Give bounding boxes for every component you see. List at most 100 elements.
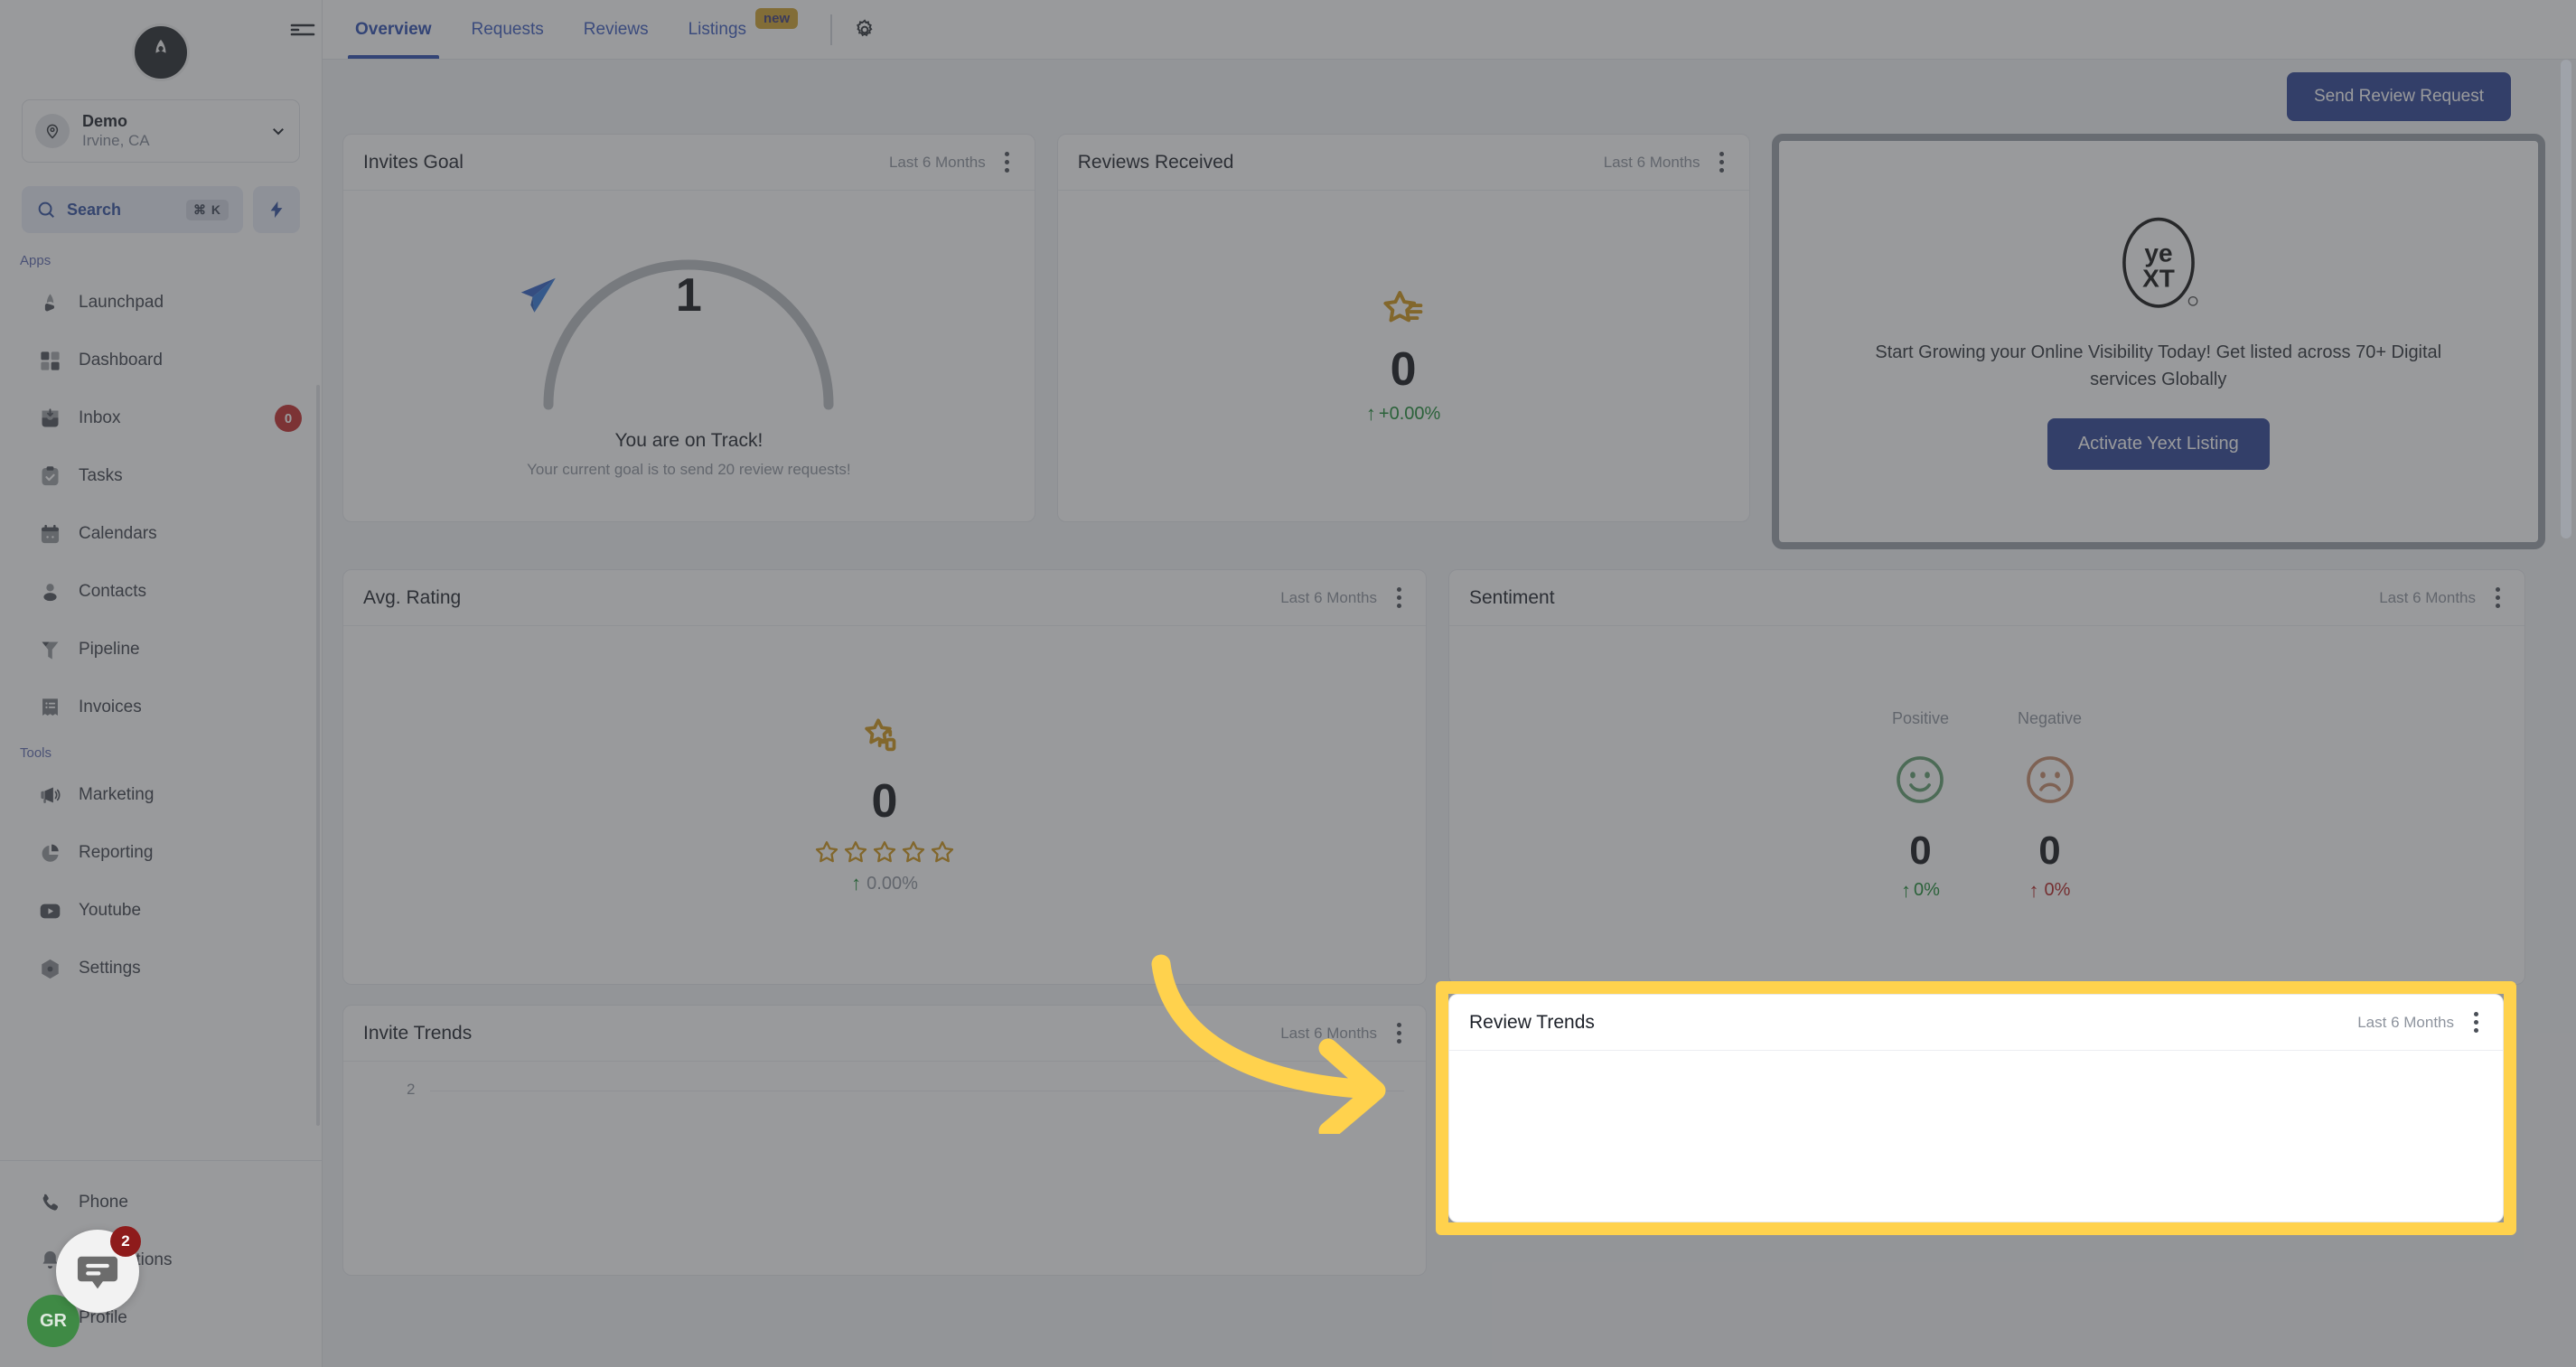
- megaphone-icon: [41, 787, 61, 803]
- card-title: Invites Goal: [363, 151, 464, 173]
- card-period: Last 6 Months: [2379, 588, 2476, 606]
- sidebar-item-label: Phone: [79, 1193, 128, 1212]
- card-period: Last 6 Months: [1280, 588, 1377, 606]
- chevron-down-icon[interactable]: [270, 123, 286, 139]
- review-trends-card[interactable]: Review Trends Last 6 Months: [1448, 994, 2504, 1222]
- tab-reviews[interactable]: Reviews: [564, 0, 669, 59]
- card-period: Last 6 Months: [888, 153, 986, 171]
- sidebar-nav: Apps Launchpad Dashboard Inbox 0 Tasks C…: [0, 233, 322, 1160]
- search-shortcut: ⌘ K: [186, 199, 229, 220]
- tab-listings[interactable]: Listings new: [669, 0, 819, 59]
- location-sub: Irvine, CA: [82, 132, 150, 150]
- sidebar-item-invoices[interactable]: Invoices: [0, 679, 322, 736]
- search-input[interactable]: Search ⌘ K: [22, 186, 243, 233]
- star-rating-icon: [865, 718, 896, 752]
- kebab-menu-icon[interactable]: [1386, 587, 1406, 608]
- reviews-received-card: Reviews Received Last 6 Months 0 ↑ +0.00…: [1056, 134, 1750, 522]
- sidebar-item-settings[interactable]: Settings: [0, 940, 322, 997]
- sidebar-item-contacts[interactable]: Contacts: [0, 563, 322, 621]
- listings-new-badge: new: [755, 8, 799, 29]
- sidebar-item-youtube[interactable]: Youtube: [0, 882, 322, 940]
- page-scrollbar[interactable]: [2561, 60, 2571, 538]
- hamburger-glyph: [290, 23, 315, 36]
- card-period: Last 6 Months: [1280, 1024, 1377, 1042]
- rocket-logo-icon[interactable]: [132, 23, 190, 81]
- sentiment-card: Sentiment Last 6 Months Positive 0 ↑ 0% …: [1448, 569, 2525, 985]
- paper-plane-icon: [521, 277, 557, 313]
- card-header: Review Trends Last 6 Months: [1449, 995, 2503, 1051]
- hamburger-menu-icon[interactable]: [276, 0, 330, 60]
- widget-row-2: Avg. Rating Last 6 Months 0 ↑ 0.00% Sent…: [342, 569, 2545, 985]
- tab-overview[interactable]: Overview: [335, 0, 452, 59]
- card-header: Invites Goal Last 6 Months: [343, 135, 1035, 191]
- sidebar-item-notifications[interactable]: Notifications: [0, 1231, 322, 1289]
- card-body: [1449, 1051, 2503, 1222]
- sidebar-item-calendars[interactable]: Calendars: [0, 505, 322, 563]
- kebab-menu-icon[interactable]: [1386, 1023, 1406, 1044]
- kebab-menu-icon[interactable]: [995, 152, 1015, 173]
- sentiment-delta: ↑ 0%: [1901, 880, 1940, 901]
- invite-trends-card: Invite Trends Last 6 Months 2: [342, 1005, 1427, 1276]
- sidebar-item-marketing[interactable]: Marketing: [0, 766, 322, 824]
- tab-requests[interactable]: Requests: [452, 0, 564, 59]
- sidebar-item-label: Contacts: [79, 582, 146, 601]
- location-selector[interactable]: Demo Irvine, CA: [22, 99, 300, 163]
- settings-gear-button[interactable]: [845, 0, 885, 59]
- reviews-received-delta: ↑ +0.00%: [1366, 404, 1440, 425]
- card-header: Avg. Rating Last 6 Months: [343, 570, 1426, 626]
- clipboard-check-icon: [42, 465, 59, 485]
- sentiment-value: 0: [2038, 829, 2061, 873]
- card-body: Positive 0 ↑ 0% Negative 0 ↑ 0%: [1449, 626, 2524, 984]
- card-body: 0 ↑ 0.00%: [343, 626, 1426, 984]
- sidebar-scrollbar[interactable]: [316, 385, 320, 1126]
- invites-goal-gauge: 1: [512, 233, 865, 414]
- card-period: Last 6 Months: [2357, 1013, 2454, 1031]
- card-period: Last 6 Months: [1603, 153, 1700, 171]
- star-icon: [931, 840, 954, 863]
- sidebar: Demo Irvine, CA Search ⌘ K Apps Launchpa…: [0, 0, 323, 1367]
- nav-group-apps-label: Apps: [20, 253, 52, 268]
- quick-action-button[interactable]: [253, 186, 300, 233]
- card-title: Review Trends: [1469, 1011, 1595, 1033]
- chat-widget-button[interactable]: 2: [56, 1226, 141, 1313]
- send-review-request-button[interactable]: Send Review Request: [2287, 72, 2511, 121]
- action-bar: Send Review Request: [337, 60, 2556, 134]
- sidebar-item-launchpad[interactable]: Launchpad: [0, 274, 322, 332]
- activate-yext-listing-button[interactable]: Activate Yext Listing: [2047, 417, 2270, 470]
- sidebar-item-reporting[interactable]: Reporting: [0, 824, 322, 882]
- kebab-menu-icon[interactable]: [1710, 152, 1729, 173]
- sidebar-item-pipeline[interactable]: Pipeline: [0, 621, 322, 679]
- map-pin-glyph: [46, 124, 59, 139]
- nav-group-tools-label: Tools: [20, 745, 52, 761]
- sidebar-item-label: Dashboard: [79, 351, 163, 370]
- svg-text:XT: XT: [2142, 264, 2175, 292]
- tab-divider: [830, 14, 833, 45]
- card-body: 1 You are on Track! Your current goal is…: [343, 191, 1035, 521]
- gauge-arc: [543, 259, 834, 410]
- sidebar-item-phone[interactable]: Phone: [0, 1174, 322, 1231]
- card-title: Reviews Received: [1077, 151, 1234, 173]
- location-name: Demo: [82, 111, 128, 130]
- inbox-count-badge: 0: [275, 405, 302, 432]
- top-tab-bar: Overview Requests Reviews Listings new: [290, 0, 2576, 60]
- sidebar-item-inbox[interactable]: Inbox 0: [0, 389, 322, 447]
- invites-goal-card: Invites Goal Last 6 Months 1 You are on …: [342, 134, 1035, 522]
- reviews-received-value: 0: [1390, 343, 1417, 397]
- star-icon: [873, 840, 896, 863]
- avg-rating-card: Avg. Rating Last 6 Months 0 ↑ 0.00%: [342, 569, 1427, 985]
- kebab-menu-icon[interactable]: [2463, 1012, 2483, 1033]
- arrow-up-icon: ↑: [1365, 402, 1376, 426]
- sidebar-item-dashboard[interactable]: Dashboard: [0, 332, 322, 389]
- card-title: Avg. Rating: [363, 586, 462, 608]
- avg-rating-delta: ↑ 0.00%: [851, 874, 918, 894]
- star-icon: [815, 840, 838, 863]
- card-header: Sentiment Last 6 Months: [1449, 570, 2524, 626]
- yext-message: Start Growing your Online Visibility Tod…: [1875, 342, 2442, 389]
- sentiment-positive: Positive 0 ↑ 0%: [1892, 709, 1949, 901]
- card-body: 0 ↑ +0.00%: [1058, 191, 1749, 521]
- kebab-menu-icon[interactable]: [2485, 587, 2505, 608]
- sidebar-item-tasks[interactable]: Tasks: [0, 447, 322, 505]
- sentiment-label: Negative: [2017, 709, 2083, 727]
- delta-value: 0%: [1914, 880, 1940, 900]
- sidebar-item-label: Tasks: [79, 466, 123, 485]
